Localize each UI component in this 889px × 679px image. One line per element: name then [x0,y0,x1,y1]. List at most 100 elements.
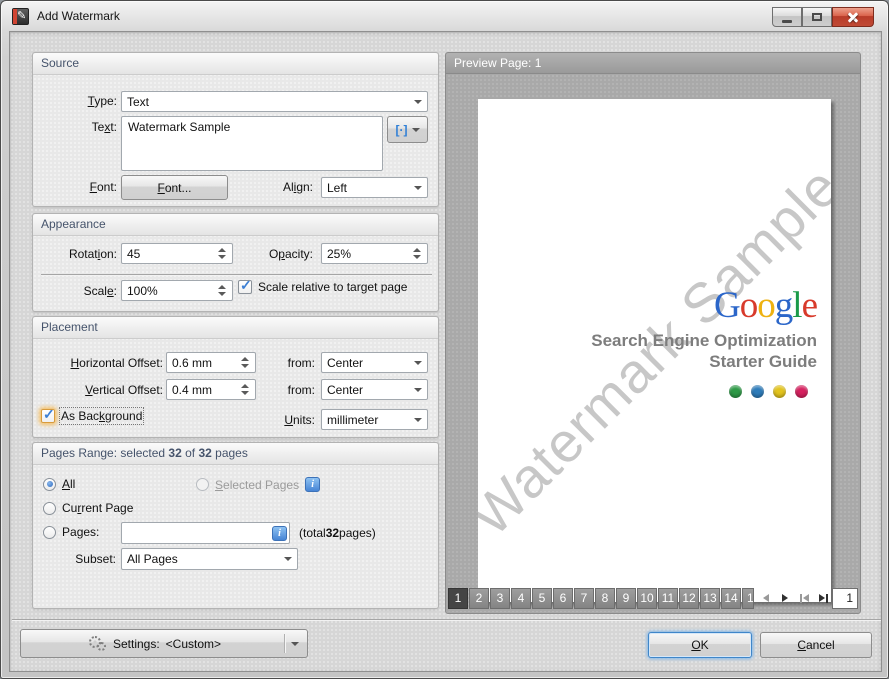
horizontal-from-combo[interactable]: Center [321,352,428,373]
first-page-icon [803,594,809,602]
divider [41,274,432,275]
spin-up-icon [218,285,226,289]
from-label: from: [269,383,315,398]
font-button[interactable]: Font... [121,175,228,200]
nav-last-button[interactable] [815,589,831,607]
type-combo[interactable]: Text [121,91,428,112]
pages-input[interactable]: i [121,522,290,544]
page-button[interactable]: 8 [595,588,615,609]
align-value: Left [327,181,347,195]
spin-up-icon [218,248,226,252]
spinner-arrows[interactable] [241,384,250,395]
maximize-button[interactable] [802,7,832,27]
spin-up-icon [241,384,249,388]
nav-next-button[interactable] [777,589,793,607]
divider [284,634,285,653]
as-background-label: As Background [61,409,142,423]
check-icon: ✓ [43,406,55,423]
opacity-spinner[interactable]: 25% [321,243,428,264]
titlebar[interactable]: ✎ Add Watermark [1,1,888,31]
scale-relative-checkbox[interactable]: ✓ Scale relative to target page [238,280,407,294]
page-button[interactable]: 2 [469,588,489,609]
settings-label: Settings: [113,637,160,651]
cancel-button[interactable]: Cancel [760,632,872,658]
minimize-icon [782,20,792,23]
nav-prev-button[interactable] [758,589,774,607]
watermark-text-input[interactable]: Watermark Sample [121,116,383,171]
spin-up-icon [241,357,249,361]
subset-combo[interactable]: All Pages [121,548,298,570]
scale-spinner[interactable]: 100% [121,280,233,301]
page-title-line1: Search Engine Optimization [591,330,817,351]
dialog-client-area: Source Type: Text Text: Watermark Sample… [9,31,882,672]
macro-button[interactable]: [·] [387,116,428,143]
watermark-text-value: Watermark Sample [128,120,230,134]
spinner-arrows[interactable] [218,285,227,296]
horizontal-offset-label: Horizontal Offset: [39,356,163,371]
spin-down-icon [241,364,249,368]
subset-value: All Pages [127,552,178,566]
info-icon[interactable]: i [305,477,320,492]
radio-icon [43,478,56,491]
pages-label: Pages: [62,525,99,539]
horizontal-offset-spinner[interactable]: 0.6 mm [166,352,256,373]
appearance-group-header: Appearance [33,214,438,236]
spinner-arrows[interactable] [241,357,250,368]
nav-first-button[interactable] [796,589,812,607]
page-button[interactable]: 11 [658,588,678,609]
vertical-from-combo[interactable]: Center [321,379,428,400]
page-button[interactable]: 4 [511,588,531,609]
page-button[interactable]: 12 [679,588,699,609]
units-combo[interactable]: millimeter [321,409,428,430]
checkbox: ✓ [238,280,252,294]
spinner-arrows[interactable] [413,248,422,259]
chevron-down-icon [414,361,422,365]
page-button[interactable]: 1 [448,588,468,609]
rotation-spinner[interactable]: 45 [121,243,233,264]
page-button[interactable]: 14 [721,588,741,609]
page-button[interactable]: 3 [490,588,510,609]
spin-down-icon [218,255,226,259]
brand-dots [591,385,817,398]
from-label: from: [269,356,315,371]
horizontal-from-value: Center [327,356,363,370]
page-button[interactable]: 13 [700,588,720,609]
radio-all[interactable]: All [43,477,75,491]
radio-current-page[interactable]: Current Page [43,501,133,515]
page-button[interactable]: 9 [616,588,636,609]
maximize-icon [812,13,822,21]
settings-combo[interactable]: Settings: <Custom> [20,629,308,658]
vertical-offset-value: 0.4 mm [172,383,212,397]
radio-icon [43,526,56,539]
vertical-offset-spinner[interactable]: 0.4 mm [166,379,256,400]
source-group-header: Source [33,53,438,75]
checkbox: ✓ [41,409,55,423]
page-button[interactable]: 7 [574,588,594,609]
ok-button[interactable]: OK [648,632,752,658]
page-thumbnail-bar: 1 2 3 4 5 6 7 8 9 10 11 12 13 14 1 [448,587,858,609]
page-number-input[interactable]: 1 [832,588,858,609]
minimize-button[interactable] [772,7,802,27]
page-button[interactable]: 6 [553,588,573,609]
opacity-label: Opacity: [233,247,313,262]
close-button[interactable] [832,7,874,27]
chevron-left-icon [763,594,769,602]
page-title-line2: Starter Guide [591,351,817,372]
selected-pages-label: Selected Pages [215,478,299,492]
page-button[interactable]: 10 [637,588,657,609]
page-button[interactable]: 5 [532,588,552,609]
chevron-down-icon [414,186,422,190]
spinner-arrows[interactable] [218,248,227,259]
chevron-down-icon [291,642,299,646]
close-icon [847,11,859,23]
info-icon[interactable]: i [272,526,287,541]
chevron-down-icon [284,557,292,561]
radio-pages[interactable]: Pages: [43,525,99,539]
subset-label: Subset: [39,552,116,567]
page-button[interactable]: 1 [742,588,754,609]
brand-dot [795,385,808,398]
align-label: Align: [245,180,313,195]
as-background-checkbox[interactable]: ✓ As Background [41,409,142,423]
align-combo[interactable]: Left [321,177,428,198]
preview-area: Watermark Sample Google Search Engine Op… [447,74,859,612]
